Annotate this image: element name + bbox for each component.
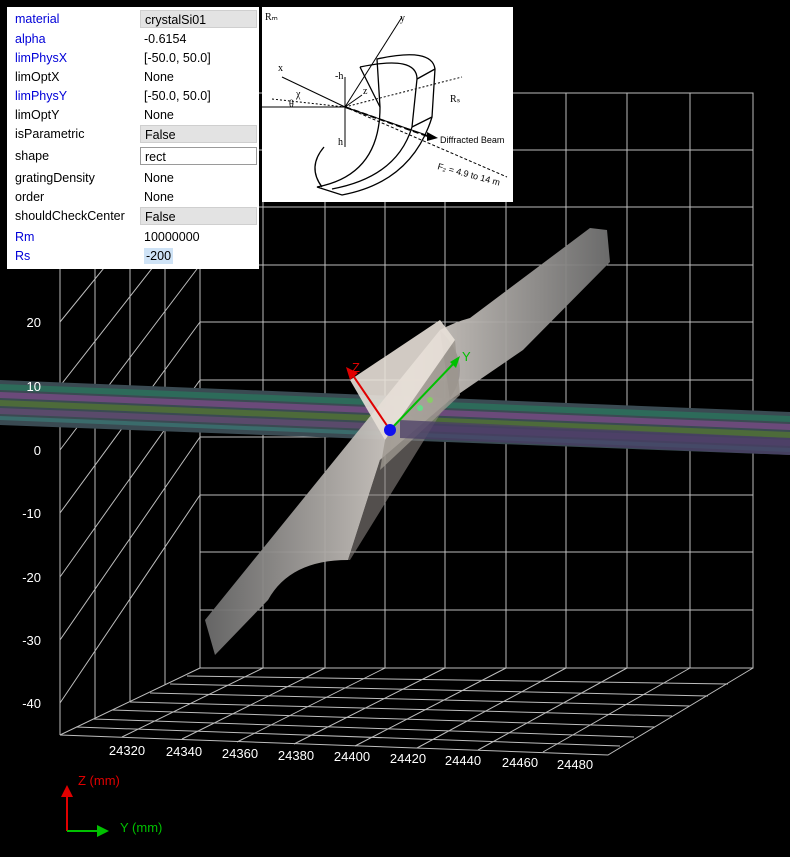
diagram-label: h bbox=[338, 137, 343, 148]
property-row[interactable]: shouldCheckCenter False bbox=[7, 207, 259, 226]
diagram-label: Rₛ bbox=[450, 94, 461, 105]
property-value[interactable]: 10000000 bbox=[140, 228, 257, 246]
property-name: isParametric bbox=[15, 127, 85, 141]
diagram-label: Rₘ bbox=[265, 12, 278, 23]
property-name: Rm bbox=[15, 230, 35, 244]
y-tick-label: 24460 bbox=[502, 755, 538, 770]
local-z-label: Z bbox=[352, 360, 360, 375]
property-row[interactable]: limPhysY [-50.0, 50.0] bbox=[7, 87, 259, 106]
z-tick-label: 0 bbox=[34, 443, 41, 458]
y-tick-label: 24380 bbox=[278, 748, 314, 763]
y-tick-label: 24420 bbox=[390, 751, 426, 766]
property-name: limPhysY bbox=[15, 89, 68, 103]
property-name: alpha bbox=[15, 32, 46, 46]
z-tick-label: 10 bbox=[27, 379, 41, 394]
property-row[interactable]: gratingDensity None bbox=[7, 169, 259, 188]
property-row[interactable]: shape rect bbox=[7, 147, 259, 166]
z-axis-ticks: 20 10 0 -10 -20 -30 -40 bbox=[22, 315, 41, 711]
property-name: order bbox=[15, 190, 45, 204]
axes-legend: Z (mm) Y (mm) bbox=[61, 773, 162, 837]
y-tick-label: 24440 bbox=[445, 753, 481, 768]
property-name: Rs bbox=[15, 249, 31, 263]
y-tick-label: 24340 bbox=[166, 744, 202, 759]
diagram-label: F₂ = 4.9 to 14 m bbox=[436, 161, 501, 187]
property-value[interactable]: crystalSi01 bbox=[140, 10, 257, 28]
property-row[interactable]: material crystalSi01 bbox=[7, 10, 259, 29]
y-tick-label: 24320 bbox=[109, 743, 145, 758]
property-name: limPhysX bbox=[15, 51, 68, 65]
property-name: shouldCheckCenter bbox=[15, 209, 125, 223]
property-row[interactable]: limOptY None bbox=[7, 106, 259, 125]
z-tick-label: -40 bbox=[22, 696, 41, 711]
y-tick-label: 24400 bbox=[334, 749, 370, 764]
property-row[interactable]: limOptX None bbox=[7, 68, 259, 87]
property-row[interactable]: alpha -0.6154 bbox=[7, 30, 259, 49]
property-name: gratingDensity bbox=[15, 171, 95, 185]
crystal-geometry-diagram: y x χ -h z h θ Rₛ Rₘ Diffracted Beam F₂ … bbox=[262, 7, 513, 202]
diagram-label: x bbox=[278, 63, 283, 74]
z-tick-label: 20 bbox=[27, 315, 41, 330]
property-name: material bbox=[15, 12, 60, 26]
z-tick-label: -30 bbox=[22, 633, 41, 648]
property-value[interactable]: rect bbox=[140, 147, 257, 165]
property-name: shape bbox=[15, 149, 50, 163]
y-axis-ticks: 24320 24340 24360 24380 24400 24420 2444… bbox=[109, 743, 593, 772]
property-value-text: -200 bbox=[144, 248, 174, 264]
diagram-label: θ bbox=[289, 99, 294, 110]
diagram-label: Diffracted Beam bbox=[440, 135, 504, 145]
local-y-label: Y bbox=[462, 349, 471, 364]
property-value[interactable]: -0.6154 bbox=[140, 30, 257, 48]
property-name: limOptY bbox=[15, 108, 60, 122]
property-row[interactable]: isParametric False bbox=[7, 125, 259, 144]
property-value[interactable]: None bbox=[140, 169, 257, 187]
y-tick-label: 24360 bbox=[222, 746, 258, 761]
property-value[interactable]: None bbox=[140, 106, 257, 124]
property-value[interactable]: False bbox=[140, 125, 257, 143]
legend-y-label: Y (mm) bbox=[120, 820, 162, 835]
diagram-label: χ bbox=[295, 89, 301, 100]
property-value[interactable]: False bbox=[140, 207, 257, 225]
z-tick-label: -10 bbox=[22, 506, 41, 521]
property-value[interactable]: -200 bbox=[140, 247, 257, 265]
property-value[interactable]: [-50.0, 50.0] bbox=[140, 87, 257, 105]
property-value[interactable]: None bbox=[140, 188, 257, 206]
diagram-label: -h bbox=[335, 71, 343, 82]
property-value[interactable]: None bbox=[140, 68, 257, 86]
z-tick-label: -20 bbox=[22, 570, 41, 585]
diagram-label: z bbox=[363, 86, 368, 97]
properties-panel: material crystalSi01 alpha -0.6154 limPhysX [… bbox=[7, 7, 259, 269]
property-value[interactable]: [-50.0, 50.0] bbox=[140, 49, 257, 67]
property-row[interactable]: Rm 10000000 bbox=[7, 228, 259, 247]
property-row[interactable]: Rs -200 bbox=[7, 247, 259, 266]
property-name: limOptX bbox=[15, 70, 60, 84]
diagram-label: y bbox=[400, 13, 405, 24]
property-row[interactable]: order None bbox=[7, 188, 259, 207]
y-tick-label: 24480 bbox=[557, 757, 593, 772]
property-row[interactable]: limPhysX [-50.0, 50.0] bbox=[7, 49, 259, 68]
legend-z-label: Z (mm) bbox=[78, 773, 120, 788]
